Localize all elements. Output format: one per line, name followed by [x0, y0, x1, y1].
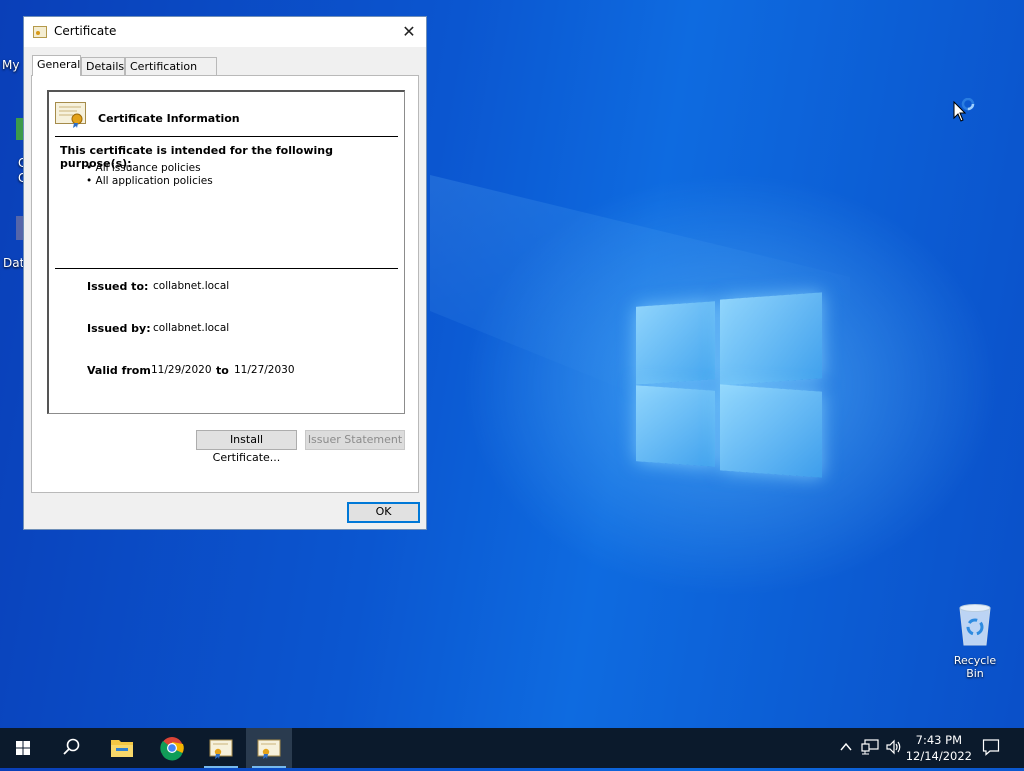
chrome-button[interactable]	[149, 728, 195, 768]
issuer-statement-button[interactable]: Issuer Statement	[305, 430, 405, 450]
general-panel: Certificate Information This certificate…	[31, 75, 419, 493]
certificate-large-icon	[55, 102, 87, 128]
certificate-icon	[257, 739, 281, 759]
valid-to-label: to	[216, 364, 229, 377]
volume-icon	[886, 739, 901, 755]
action-center-button[interactable]	[982, 738, 1000, 759]
start-button[interactable]	[0, 728, 46, 768]
windows-logo	[636, 290, 822, 480]
certificate-window-button-1[interactable]	[198, 728, 244, 768]
certificate-info-title: Certificate Information	[98, 112, 240, 125]
clock-date: 12/14/2022	[905, 749, 972, 763]
desktop-icon-my[interactable]: My	[2, 58, 19, 72]
windows-start-icon	[16, 741, 30, 755]
valid-from-label: Valid from	[87, 364, 151, 377]
network-icon	[861, 739, 879, 755]
file-explorer-icon	[111, 740, 133, 757]
file-explorer-button[interactable]	[99, 728, 145, 768]
recycle-bin-icon	[955, 602, 995, 646]
clock-time: 7:43 PM	[915, 733, 963, 747]
chrome-icon	[160, 737, 184, 761]
certificate-info-box: Certificate Information This certificate…	[47, 90, 405, 414]
issued-by-value: collabnet.local	[153, 322, 230, 334]
tab-details[interactable]: Details	[81, 57, 125, 75]
install-certificate-button[interactable]: Install Certificate...	[196, 430, 297, 464]
chevron-up-icon	[840, 742, 852, 751]
taskbar: 7:43 PM 12/14/2022	[0, 728, 1024, 768]
valid-to-value: 11/27/2030	[234, 364, 295, 376]
network-button[interactable]	[861, 739, 879, 758]
search-button[interactable]	[48, 728, 94, 768]
busy-cursor-icon	[953, 97, 979, 127]
recycle-bin-label: Recycle Bin	[953, 654, 997, 680]
show-hidden-icons-button[interactable]	[839, 740, 853, 757]
recycle-bin[interactable]: Recycle Bin	[944, 602, 1006, 680]
tab-certification-path[interactable]: Certification Path	[125, 57, 217, 90]
divider	[55, 136, 398, 137]
divider	[55, 268, 398, 269]
notification-icon	[982, 739, 1000, 756]
issued-to-value: collabnet.local	[153, 280, 230, 292]
certificate-icon	[33, 26, 47, 38]
certificate-icon	[209, 739, 233, 759]
certificate-window-button-2[interactable]	[246, 728, 292, 768]
ok-button[interactable]: OK	[347, 502, 420, 523]
issued-to-label: Issued to:	[87, 280, 149, 293]
issued-by-label: Issued by:	[87, 322, 151, 335]
title-bar[interactable]: Certificate ✕	[24, 17, 426, 47]
clock[interactable]: 7:43 PM 12/14/2022	[906, 732, 972, 764]
purpose-item: • All issuance policies	[86, 162, 201, 174]
dialog-title: Certificate	[54, 24, 117, 38]
valid-from-value: 11/29/2020	[151, 364, 212, 376]
close-button[interactable]: ✕	[392, 17, 426, 47]
certificate-dialog: Certificate ✕ General Details Certificat…	[23, 16, 427, 530]
purpose-item: • All application policies	[86, 175, 213, 187]
volume-button[interactable]	[885, 739, 903, 758]
search-icon	[63, 738, 80, 755]
tab-general[interactable]: General	[32, 55, 81, 76]
